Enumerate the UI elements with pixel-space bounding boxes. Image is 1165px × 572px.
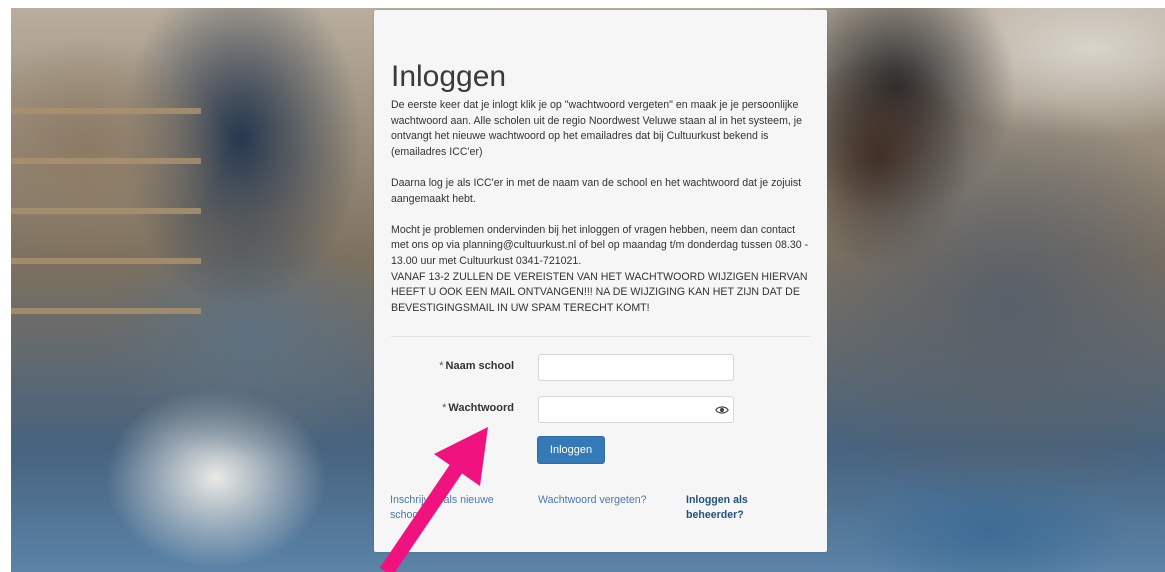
shelf [11, 308, 201, 314]
page-title: Inloggen [391, 60, 507, 93]
register-link[interactable]: Inschrijven als nieuwe school [390, 493, 508, 523]
login-card: Inloggen De eerste keer dat je inlogt kl… [374, 10, 827, 552]
required-marker: * [442, 402, 447, 414]
school-label: * Naam school [439, 360, 514, 372]
admin-login-link[interactable]: Inloggen als beheerder? [686, 493, 776, 523]
intro-paragraph: Daarna log je als ICC'er in met de naam … [391, 176, 802, 205]
intro-paragraph: Mocht je problemen ondervinden bij het i… [391, 223, 809, 267]
intro-paragraph: De eerste keer dat je inlogt klik je op … [391, 99, 803, 158]
password-label: * Wachtwoord [442, 402, 514, 414]
shelf [11, 108, 201, 114]
shelf [11, 208, 201, 214]
school-input[interactable] [538, 354, 734, 381]
intro-paragraph-warning: VANAF 13-2 ZULLEN DE VEREISTEN VAN HET W… [391, 270, 808, 314]
eye-icon[interactable] [715, 403, 729, 417]
shelf [11, 158, 201, 164]
intro-text: De eerste keer dat je inlogt klik je op … [391, 98, 811, 316]
shelf [11, 258, 201, 264]
login-button[interactable]: Inloggen [537, 436, 605, 464]
password-input[interactable] [538, 396, 734, 423]
required-marker: * [439, 360, 444, 372]
forgot-password-link[interactable]: Wachtwoord vergeten? [538, 493, 668, 508]
divider [391, 336, 811, 337]
